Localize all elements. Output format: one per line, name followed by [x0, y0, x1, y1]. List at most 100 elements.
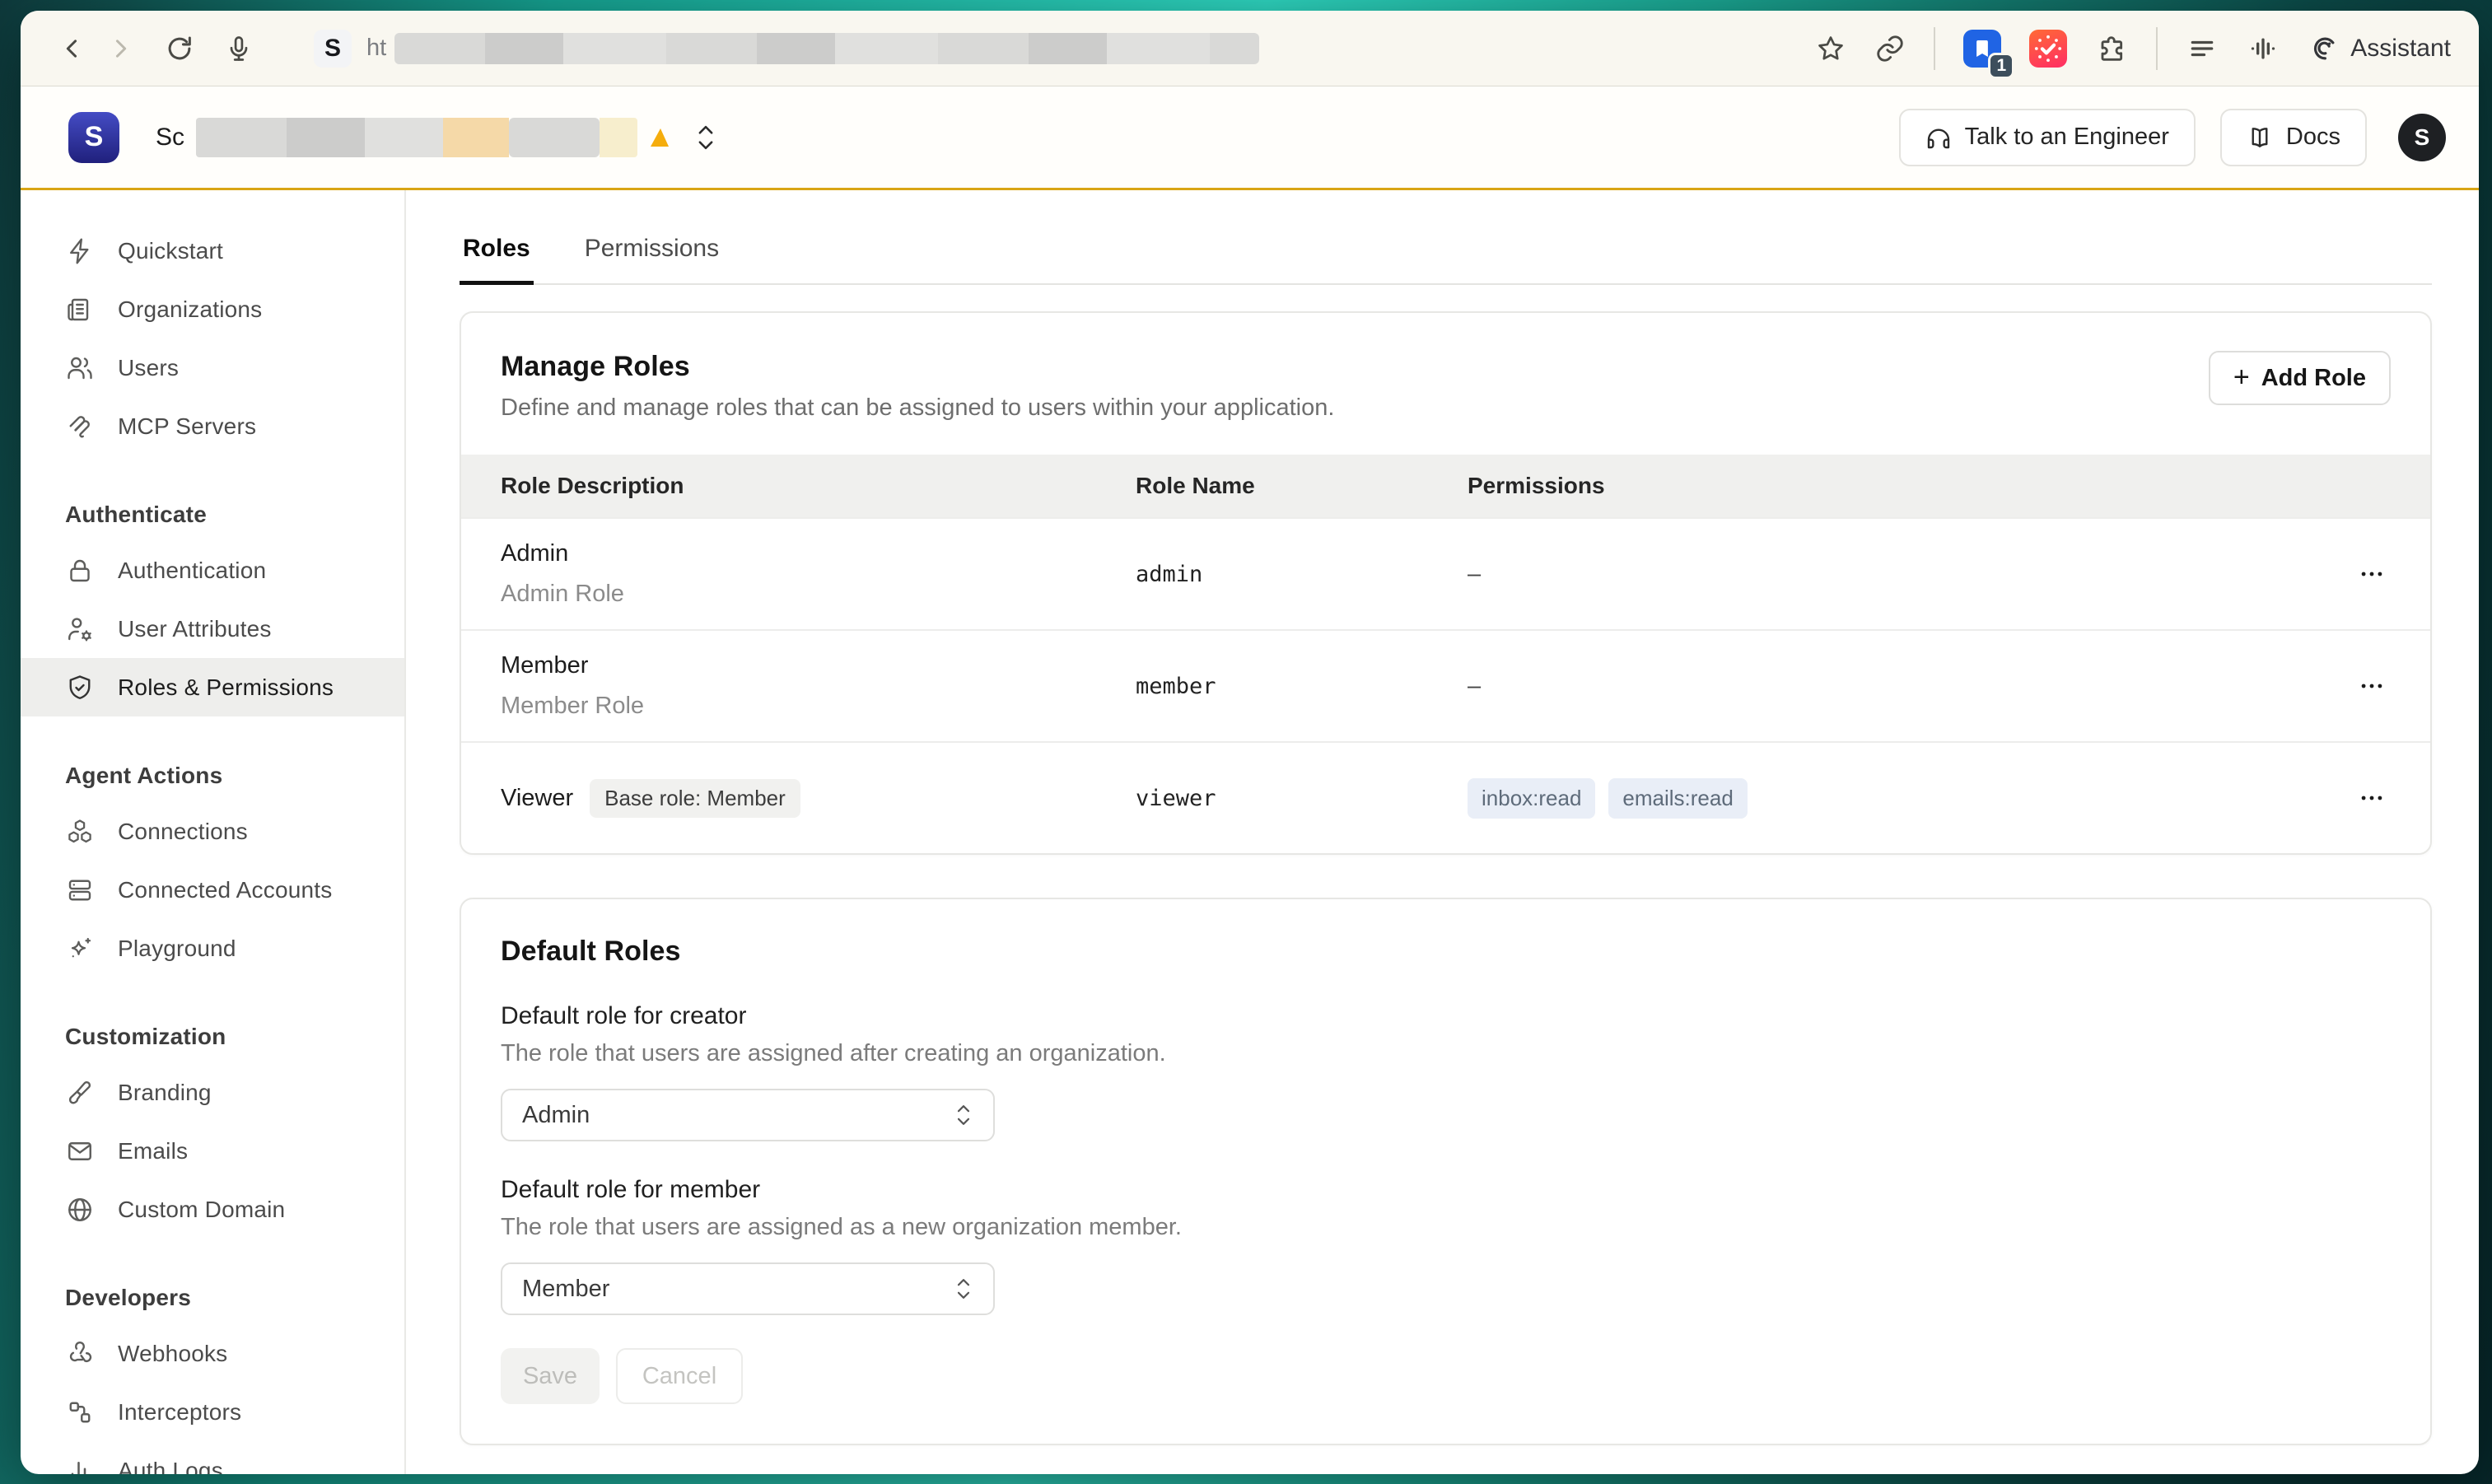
extension-badge: 1	[1988, 53, 2014, 79]
redacted-url	[394, 33, 1259, 64]
member-role-label: Default role for member	[501, 1176, 2391, 1204]
permission-badge: inbox:read	[1468, 778, 1595, 819]
role-subtitle: Admin Role	[501, 581, 1096, 608]
docs-button[interactable]: Docs	[2220, 109, 2367, 166]
role-name-code: admin	[1096, 562, 1428, 587]
voice-search-button[interactable]	[215, 25, 263, 72]
save-button[interactable]: Save	[501, 1348, 600, 1404]
audio-waveform-icon[interactable]	[2247, 32, 2280, 65]
table-row-member: Member Member Role member –	[461, 629, 2430, 741]
headphones-icon	[1925, 124, 1952, 151]
sidebar-section-customization: Customization	[21, 1010, 404, 1063]
docs-label: Docs	[2286, 124, 2340, 151]
sidebar-section-agent-actions: Agent Actions	[21, 749, 404, 802]
creator-role-description: The role that users are assigned after c…	[501, 1040, 2391, 1067]
microphone-icon	[224, 34, 254, 63]
role-subtitle: Member Role	[501, 693, 1096, 720]
cancel-button[interactable]: Cancel	[616, 1348, 743, 1404]
user-avatar[interactable]: S	[2398, 114, 2446, 161]
book-open-icon	[2247, 124, 2273, 151]
tab-permissions[interactable]: Permissions	[581, 235, 722, 283]
permission-badge: emails:read	[1608, 778, 1747, 819]
sidebar-item-quickstart[interactable]: Quickstart	[21, 222, 404, 280]
manage-roles-title: Manage Roles	[501, 351, 1334, 383]
role-name-code: member	[1096, 674, 1428, 699]
extension-red-icon[interactable]	[2029, 30, 2067, 68]
role-name-code: viewer	[1096, 786, 1428, 811]
sidebar-item-webhooks[interactable]: Webhooks	[21, 1324, 404, 1383]
role-permissions: –	[1428, 673, 2274, 700]
sidebar-item-connected-accounts[interactable]: Connected Accounts	[21, 861, 404, 919]
back-button[interactable]	[49, 25, 96, 72]
share-link-icon[interactable]	[1874, 33, 1906, 64]
sidebar-item-custom-domain[interactable]: Custom Domain	[21, 1180, 404, 1239]
plus-icon: +	[2233, 363, 2250, 391]
sidebar-item-connections[interactable]: Connections	[21, 802, 404, 861]
tab-bar: Roles Permissions	[460, 190, 2432, 285]
talk-to-engineer-button[interactable]: Talk to an Engineer	[1899, 109, 2196, 166]
site-favicon: S	[314, 30, 352, 68]
ellipsis-icon	[2358, 784, 2386, 812]
extension-blue-icon[interactable]: 1	[1963, 30, 2001, 68]
creator-role-select[interactable]: Admin	[501, 1089, 995, 1141]
chevron-up-down-icon	[693, 121, 718, 154]
default-roles-title: Default Roles	[501, 936, 2391, 968]
sidebar-section-developers: Developers	[21, 1272, 404, 1324]
boxes-icon	[65, 817, 95, 847]
globe-icon	[65, 1195, 95, 1225]
user-gear-icon	[65, 614, 95, 644]
sidebar-item-authentication[interactable]: Authentication	[21, 541, 404, 600]
row-actions-button[interactable]	[2343, 552, 2401, 596]
sidebar-item-organizations[interactable]: Organizations	[21, 280, 404, 338]
bookmark-star-icon[interactable]	[1815, 33, 1846, 64]
stacked-rows-icon	[65, 875, 95, 905]
role-permissions: –	[1428, 561, 2274, 588]
sidebar-item-auth-logs[interactable]: Auth Logs	[21, 1441, 404, 1474]
interceptor-icon	[65, 1398, 95, 1427]
creator-role-label: Default role for creator	[501, 1002, 2391, 1030]
row-actions-button[interactable]	[2343, 776, 2401, 820]
reload-button[interactable]	[156, 25, 203, 72]
toolbar-divider-2	[2156, 27, 2158, 70]
forward-button[interactable]	[96, 25, 144, 72]
base-role-badge: Base role: Member	[590, 779, 800, 818]
workspace-switcher[interactable]: Sc	[156, 118, 718, 157]
url-text[interactable]: ht	[366, 35, 386, 62]
add-role-button[interactable]: + Add Role	[2209, 351, 2391, 405]
talk-to-engineer-label: Talk to an Engineer	[1965, 124, 2169, 151]
sidebar: Quickstart Organizations Users MCP Serve…	[21, 190, 406, 1474]
assistant-icon	[2308, 33, 2339, 64]
zap-icon	[65, 236, 95, 266]
column-role-description: Role Description	[461, 473, 1096, 499]
sidebar-item-user-attributes[interactable]: User Attributes	[21, 600, 404, 658]
column-permissions: Permissions	[1428, 473, 2274, 499]
sidebar-item-playground[interactable]: Playground	[21, 919, 404, 978]
tab-roles[interactable]: Roles	[460, 235, 534, 285]
column-role-name: Role Name	[1096, 473, 1428, 499]
member-role-select[interactable]: Member	[501, 1262, 995, 1315]
sidebar-item-mcp-servers[interactable]: MCP Servers	[21, 397, 404, 455]
app-header: S Sc Talk to an Engineer	[21, 86, 2479, 190]
assistant-button[interactable]: Assistant	[2308, 33, 2451, 64]
main-content: Roles Permissions Manage Roles Define an…	[406, 190, 2479, 1474]
role-title: Member	[501, 652, 1096, 679]
warning-triangle-icon	[651, 128, 669, 147]
row-actions-button[interactable]	[2343, 664, 2401, 708]
extensions-puzzle-icon[interactable]	[2095, 32, 2128, 65]
redacted-workspace-name	[196, 118, 637, 157]
table-row-admin: Admin Admin Role admin –	[461, 517, 2430, 629]
users-icon	[65, 353, 95, 383]
sidebar-item-interceptors[interactable]: Interceptors	[21, 1383, 404, 1441]
building-icon	[65, 295, 95, 324]
browser-toolbar: S ht 1	[21, 11, 2479, 86]
role-title: Admin	[501, 540, 1096, 567]
toolbar-divider	[1934, 27, 1935, 70]
sidebar-item-emails[interactable]: Emails	[21, 1122, 404, 1180]
sidebar-item-branding[interactable]: Branding	[21, 1063, 404, 1122]
sparkles-icon	[65, 934, 95, 964]
sidebar-item-roles-permissions[interactable]: Roles & Permissions	[21, 658, 404, 716]
workspace-name: Sc	[156, 124, 184, 152]
role-title: Viewer	[501, 785, 573, 812]
sidebar-item-users[interactable]: Users	[21, 338, 404, 397]
reader-mode-icon[interactable]	[2186, 32, 2219, 65]
